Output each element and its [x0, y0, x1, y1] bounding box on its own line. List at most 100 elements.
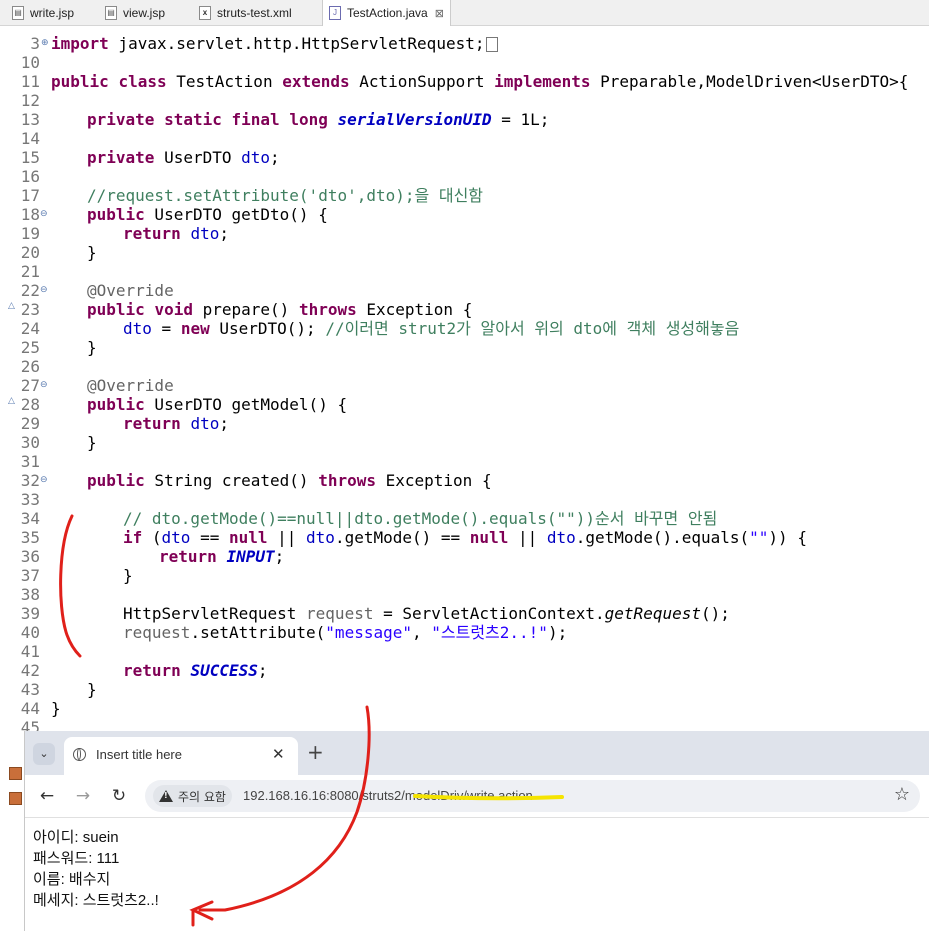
- java-file-icon: J: [329, 6, 341, 20]
- bookmark-star-icon[interactable]: ☆: [894, 784, 910, 805]
- page-content: 아이디: suein 패스워드: 111 이름: 배수지 메세지: 스트럿츠2.…: [33, 827, 159, 911]
- line-number: 27: [20, 376, 40, 395]
- line-number: 11: [20, 72, 40, 91]
- line-number: 3: [30, 34, 40, 53]
- code-line-28: public UserDTO getModel() {: [87, 395, 348, 414]
- forward-button[interactable]: →: [71, 784, 95, 808]
- code-line-20: }: [87, 243, 97, 262]
- line-number: 38: [20, 585, 40, 604]
- browser-tab-title: Insert title here: [96, 747, 182, 762]
- code-line-24: dto = new UserDTO(); //이러면 strut2가 알아서 위…: [123, 319, 740, 338]
- line-number: 13: [20, 110, 40, 129]
- browser-window: ⌄ Insert title here ✕ + ← → ↻ 주의 요함 192.…: [24, 731, 929, 931]
- line-number: 22: [20, 281, 40, 300]
- back-button[interactable]: ←: [35, 784, 59, 808]
- message-line: 메세지: 스트럿츠2..!: [33, 892, 159, 909]
- line-number: 17: [20, 186, 40, 205]
- code-line-25: }: [87, 338, 97, 357]
- code-line-35: if (dto == null || dto.getMode() == null…: [123, 528, 807, 547]
- line-number: 37: [20, 566, 40, 585]
- code-line-39: HttpServletRequest request = ServletActi…: [123, 604, 730, 623]
- editor-tab-label: view.jsp: [123, 5, 166, 20]
- code-line-3: import javax.servlet.http.HttpServletReq…: [51, 34, 499, 53]
- line-number: 10: [20, 53, 40, 72]
- code-line-32: public String created() throws Exception…: [87, 471, 492, 490]
- line-number: 29: [20, 414, 40, 433]
- line-number: 42: [20, 661, 40, 680]
- code-line-27: @Override: [87, 376, 174, 395]
- code-line-23: public void prepare() throws Exception {: [87, 300, 473, 319]
- code-line-13: private static final long serialVersionU…: [87, 110, 550, 129]
- editor-tab-label: write.jsp: [30, 5, 75, 20]
- new-tab-button[interactable]: +: [307, 740, 324, 764]
- address-bar[interactable]: 주의 요함 192.168.16.16:8080/struts2/modelDr…: [145, 780, 920, 812]
- browser-tab[interactable]: Insert title here ✕: [64, 737, 298, 775]
- line-number: 15: [20, 148, 40, 167]
- line-number: 16: [20, 167, 40, 186]
- code-line-43: }: [87, 680, 97, 699]
- line-number: 23: [20, 300, 40, 319]
- password-line: 패스워드: 111: [33, 850, 120, 867]
- reload-button[interactable]: ↻: [107, 784, 131, 808]
- browser-toolbar: ← → ↻ 주의 요함 192.168.16.16:8080/struts2/m…: [25, 775, 929, 818]
- globe-icon: [73, 748, 86, 761]
- line-number: 36: [20, 547, 40, 566]
- browser-tab-strip: ⌄ Insert title here ✕ +: [25, 731, 929, 775]
- editor-tab-testaction-java[interactable]: J TestAction.java ⊠: [322, 0, 451, 26]
- user-id-line: 아이디: suein: [33, 829, 119, 846]
- line-number: 30: [20, 433, 40, 452]
- override-marker-icon: △: [8, 301, 15, 311]
- fold-collapse-icon[interactable]: ⊖: [40, 376, 48, 395]
- line-number: 28: [20, 395, 40, 414]
- line-number: 41: [20, 642, 40, 661]
- code-line-17: //request.setAttribute('dto',dto);을 대신함: [87, 186, 484, 205]
- fold-collapse-icon[interactable]: ⊖: [40, 281, 48, 300]
- collapsed-import-icon[interactable]: [486, 37, 499, 52]
- fold-expand-icon[interactable]: ⊕: [41, 34, 49, 53]
- tab-list-button[interactable]: ⌄: [33, 743, 55, 765]
- eclipse-panel-icons: [9, 767, 23, 807]
- line-number: 19: [20, 224, 40, 243]
- security-chip-label: 주의 요함: [178, 789, 226, 804]
- close-tab-icon[interactable]: ⊠: [435, 7, 444, 20]
- fold-collapse-icon[interactable]: ⊖: [40, 471, 48, 490]
- jsp-file-icon: ▤: [12, 5, 24, 20]
- line-number: 18: [20, 205, 40, 224]
- editor-tab-label: TestAction.java: [347, 6, 428, 20]
- code-line-11: public class TestAction extends ActionSu…: [51, 72, 909, 91]
- code-line-22: @Override: [87, 281, 174, 300]
- code-line-15: private UserDTO dto;: [87, 148, 280, 167]
- console-icon[interactable]: [9, 767, 22, 780]
- fold-collapse-icon[interactable]: ⊖: [40, 205, 48, 224]
- code-editor[interactable]: 3 ⊕ 10 11 12 13 14 15 16 17 18 ⊖ 19 20 2…: [0, 26, 929, 737]
- line-number: 39: [20, 604, 40, 623]
- warning-icon: [159, 790, 173, 802]
- line-number: 32: [20, 471, 40, 490]
- line-number: 34: [20, 509, 40, 528]
- editor-tab-struts-test-xml[interactable]: x struts-test.xml: [199, 0, 292, 25]
- code-line-37: }: [123, 566, 133, 585]
- editor-tab-view-jsp[interactable]: ▤ view.jsp: [105, 0, 165, 25]
- code-line-34: // dto.getMode()==null||dto.getMode().eq…: [123, 509, 718, 528]
- name-line: 이름: 배수지: [33, 871, 111, 888]
- code-line-30: }: [87, 433, 97, 452]
- line-number: 12: [20, 91, 40, 110]
- line-number: 25: [20, 338, 40, 357]
- server-icon[interactable]: [9, 792, 22, 805]
- line-number: 24: [20, 319, 40, 338]
- code-line-18: public UserDTO getDto() {: [87, 205, 328, 224]
- line-number: 44: [20, 699, 40, 718]
- close-tab-button[interactable]: ✕: [272, 745, 285, 763]
- code-line-44: }: [51, 699, 61, 718]
- security-chip[interactable]: 주의 요함: [153, 785, 232, 807]
- code-line-40: request.setAttribute("message", "스트럿츠2..…: [123, 623, 568, 642]
- line-number: 35: [20, 528, 40, 547]
- line-number: 26: [20, 357, 40, 376]
- url-text[interactable]: 192.168.16.16:8080/struts2/modelDriv/wri…: [243, 788, 533, 803]
- line-number: 14: [20, 129, 40, 148]
- editor-tab-write-jsp[interactable]: ▤ write.jsp: [12, 0, 74, 25]
- code-line-42: return SUCCESS;: [123, 661, 268, 680]
- line-number: 40: [20, 623, 40, 642]
- xml-file-icon: x: [199, 5, 211, 20]
- line-number: 31: [20, 452, 40, 471]
